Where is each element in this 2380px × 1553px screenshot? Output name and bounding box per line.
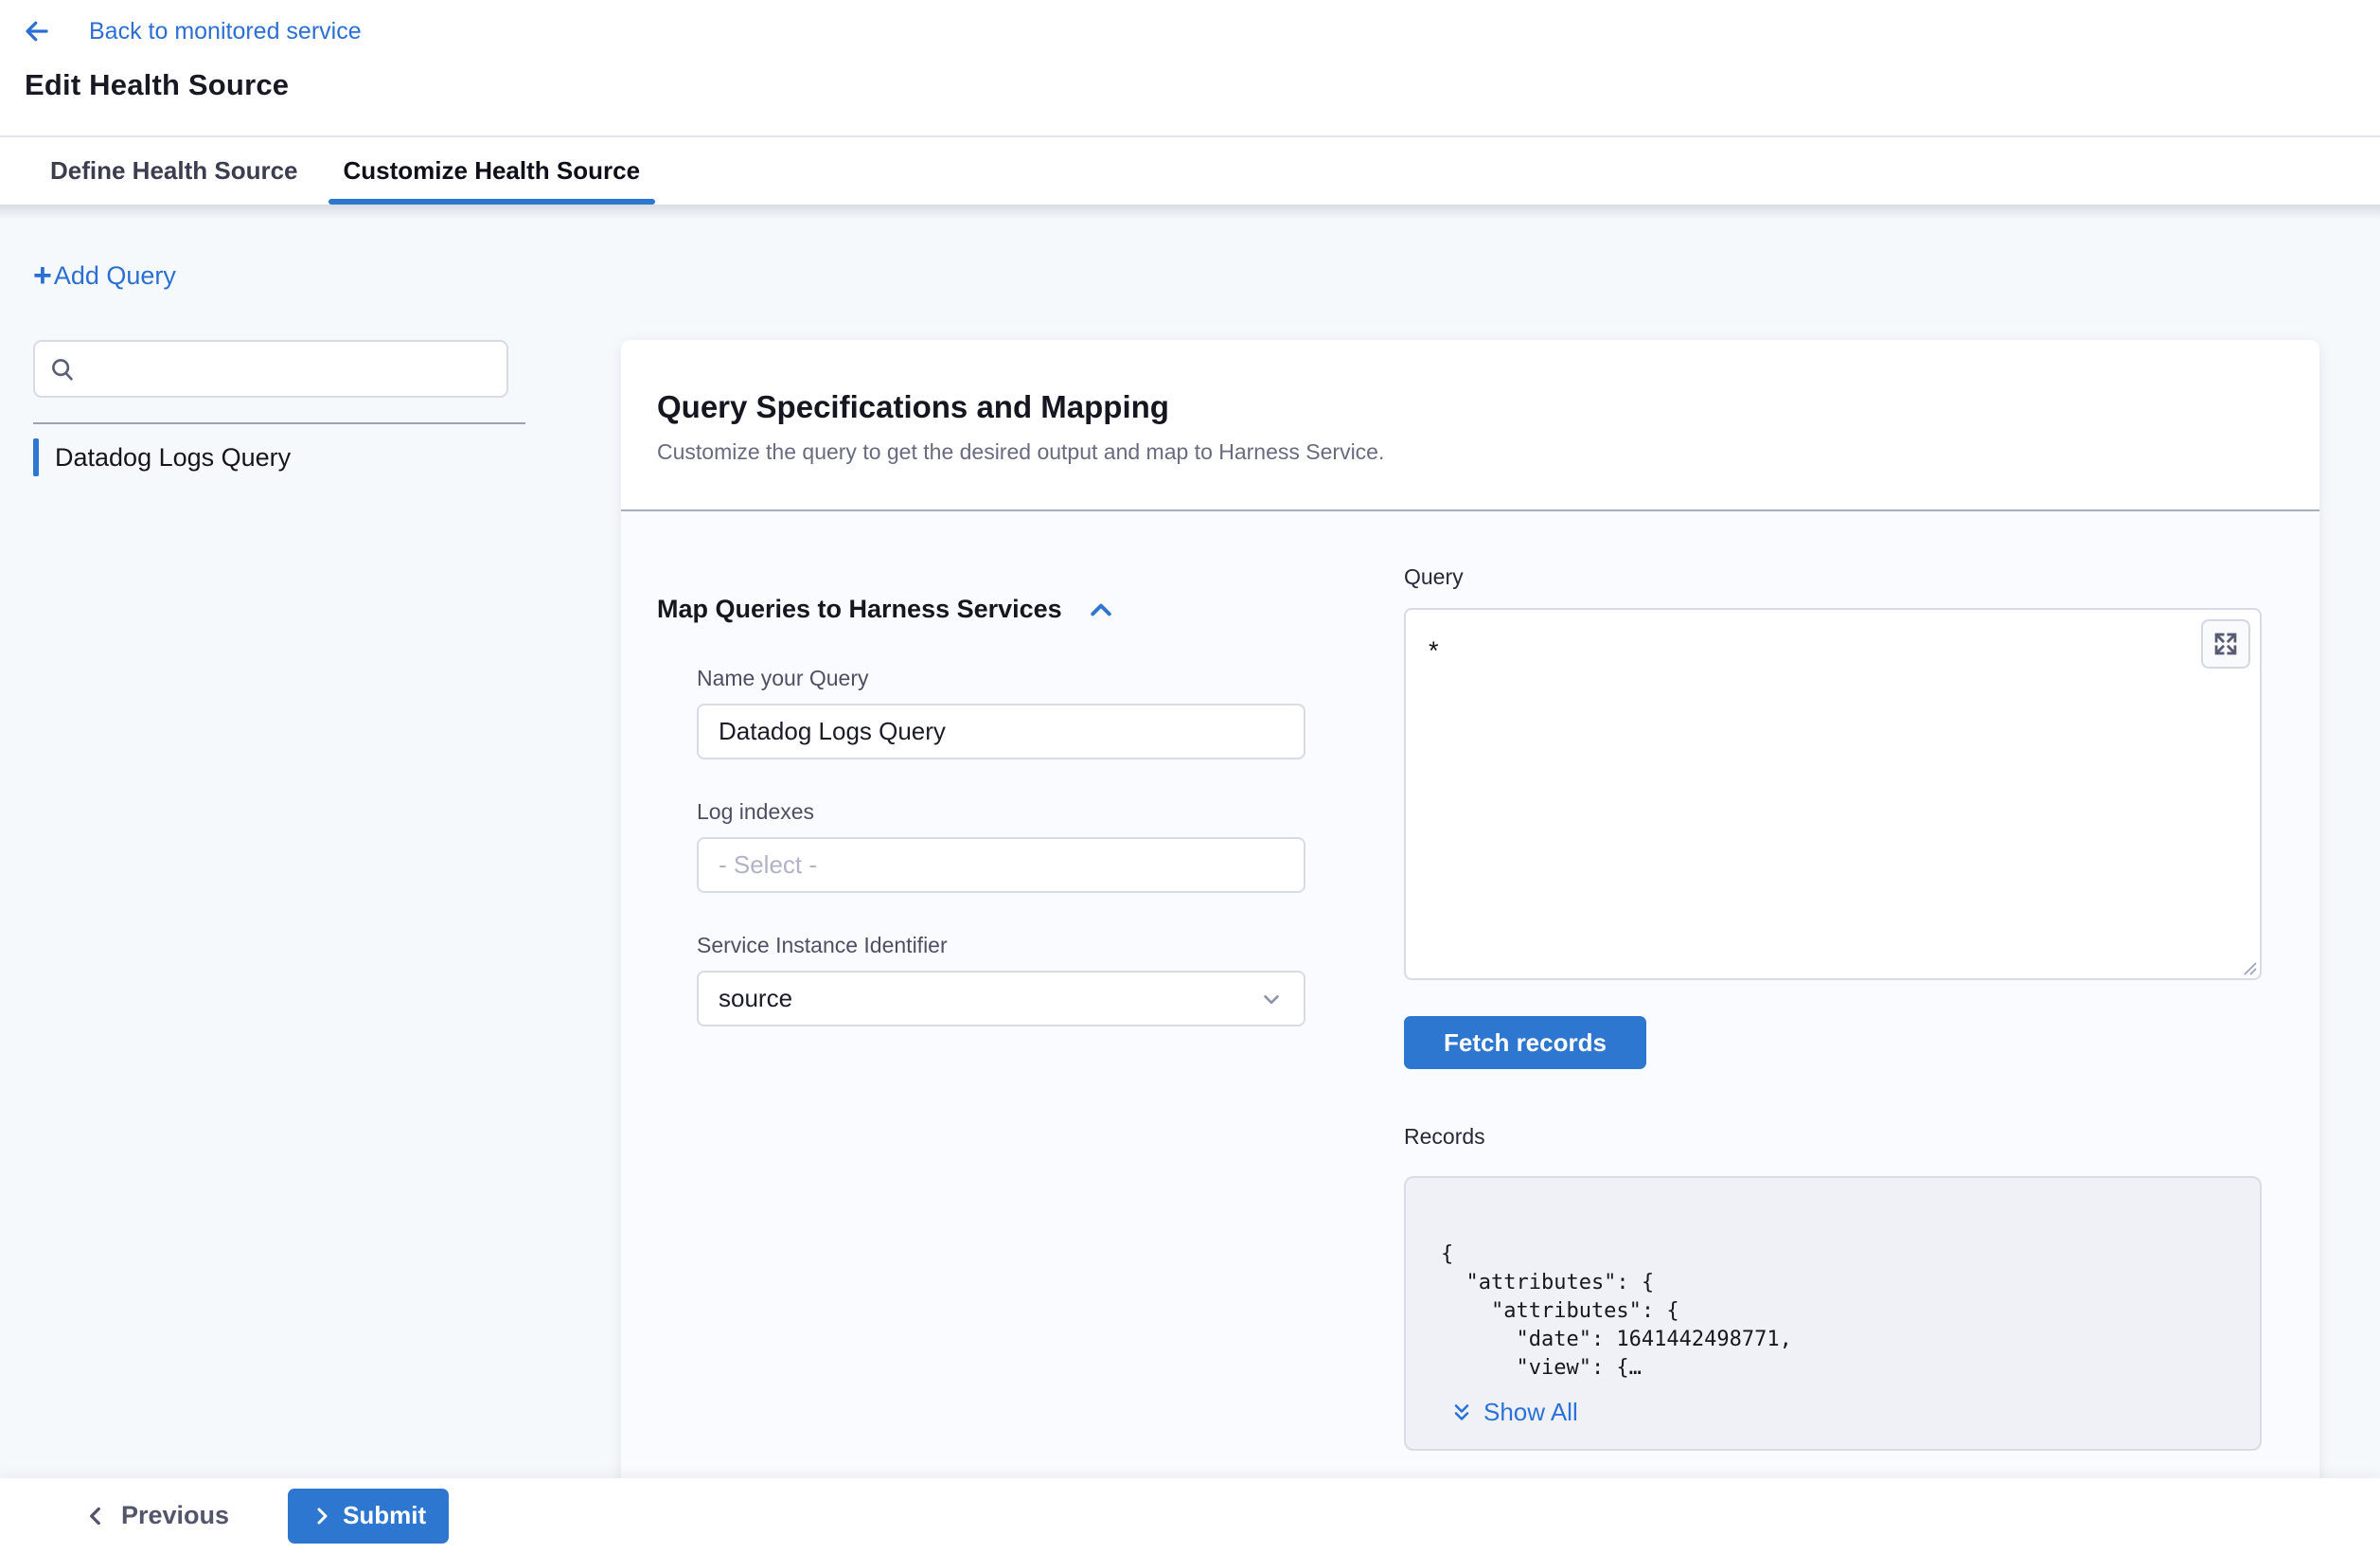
service-instance-identifier-select[interactable]: source: [697, 971, 1305, 1026]
chevron-right-icon: [311, 1505, 333, 1527]
chevron-down-icon: [1259, 987, 1284, 1011]
show-all-link[interactable]: Show All: [1450, 1398, 2241, 1427]
chevron-up-icon: [1087, 596, 1115, 624]
map-queries-heading: Map Queries to Harness Services: [657, 595, 1062, 624]
field-service-instance-identifier: Service Instance Identifier source: [697, 933, 1376, 1026]
page-header: Back to monitored service Edit Health So…: [0, 0, 2380, 135]
card-subtitle: Customize the query to get the desired o…: [657, 439, 2282, 465]
content-area: + Add Query Datadog Logs Query Query Spe…: [0, 205, 2380, 1478]
submit-button[interactable]: Submit: [288, 1489, 449, 1544]
query-column: Query *: [1404, 564, 2262, 1451]
query-textarea[interactable]: *: [1404, 608, 2262, 980]
query-name-label: Name your Query: [697, 666, 1376, 691]
fetch-records-button[interactable]: Fetch records: [1404, 1016, 1646, 1069]
double-chevron-down-icon: [1450, 1401, 1473, 1424]
chevron-left-icon: [83, 1504, 108, 1528]
query-spec-card: Query Specifications and Mapping Customi…: [621, 340, 2319, 1478]
query-item-label: Datadog Logs Query: [55, 443, 291, 473]
records-json-preview: { "attributes": { "attributes": { "date"…: [1441, 1241, 2241, 1383]
card-title: Query Specifications and Mapping: [657, 389, 2282, 425]
tab-define-health-source[interactable]: Define Health Source: [35, 137, 313, 205]
query-label: Query: [1404, 564, 2262, 590]
field-log-indexes: Log indexes - Select -: [697, 799, 1376, 893]
records-panel: { "attributes": { "attributes": { "date"…: [1404, 1176, 2262, 1451]
search-icon: [48, 355, 77, 384]
query-editor: *: [1404, 608, 2262, 980]
tab-bar: Define Health Source Customize Health So…: [0, 135, 2380, 205]
service-instance-identifier-label: Service Instance Identifier: [697, 933, 1376, 958]
add-query-label: Add Query: [54, 261, 176, 291]
tab-customize-health-source[interactable]: Customize Health Source: [329, 137, 656, 205]
sidebar-divider: [33, 422, 525, 424]
log-indexes-placeholder: - Select -: [719, 850, 817, 880]
page-title: Edit Health Source: [25, 68, 2380, 102]
log-indexes-label: Log indexes: [697, 799, 1376, 825]
footer-bar: Previous Submit: [0, 1478, 2380, 1553]
edit-health-source-page: Back to monitored service Edit Health So…: [0, 0, 2380, 1553]
plus-icon: +: [33, 263, 52, 289]
previous-button[interactable]: Previous: [83, 1501, 229, 1530]
back-arrow-icon: [23, 17, 51, 45]
query-search-box: [33, 340, 508, 398]
service-instance-identifier-value: source: [719, 984, 792, 1013]
show-all-label: Show All: [1483, 1398, 1578, 1427]
resize-handle-icon[interactable]: [2241, 959, 2258, 976]
form-fields: Name your Query Log indexes - Select - S…: [697, 666, 1376, 1026]
records-label: Records: [1404, 1124, 2262, 1150]
selected-indicator-bar: [33, 438, 39, 476]
query-search-input[interactable]: [88, 354, 493, 384]
back-link-label[interactable]: Back to monitored service: [89, 18, 362, 45]
add-query-button[interactable]: + Add Query: [33, 261, 176, 291]
back-link[interactable]: Back to monitored service: [0, 0, 2380, 45]
card-body: Map Queries to Harness Services Name you…: [621, 511, 2319, 1478]
map-queries-form: Map Queries to Harness Services Name you…: [657, 595, 1376, 1066]
submit-label: Submit: [343, 1501, 426, 1530]
previous-label: Previous: [121, 1501, 229, 1530]
card-header: Query Specifications and Mapping Customi…: [621, 340, 2319, 511]
log-indexes-select[interactable]: - Select -: [697, 837, 1305, 893]
map-queries-section-toggle[interactable]: Map Queries to Harness Services: [657, 595, 1376, 624]
query-list-item-datadog-logs[interactable]: Datadog Logs Query: [33, 438, 291, 476]
query-name-input[interactable]: [697, 704, 1305, 759]
field-query-name: Name your Query: [697, 666, 1376, 759]
expand-query-button[interactable]: [2201, 619, 2250, 669]
expand-icon: [2212, 631, 2239, 657]
